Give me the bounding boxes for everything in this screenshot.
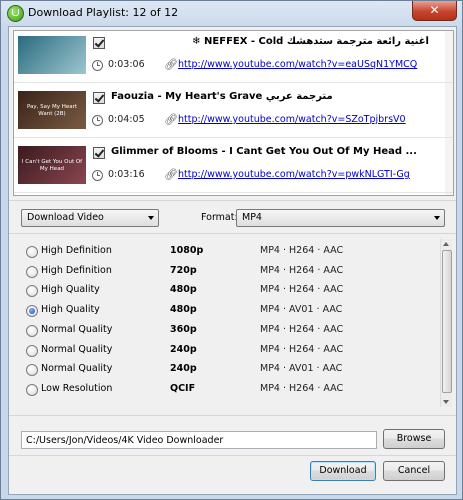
quality-label: Low Resolution	[41, 382, 113, 394]
quality-label: High Quality	[41, 304, 100, 316]
video-title: Glimmer of Blooms - I Cant Get You Out O…	[111, 146, 417, 157]
thumbnail-caption: Pay, Say My Heart Want (2B)	[26, 104, 78, 117]
download-playlist-window: Download Playlist: 12 of 12 ✕ أغنية رائع…	[0, 0, 463, 500]
quality-resolution: 480p	[170, 304, 197, 316]
quality-option[interactable]: Normal Quality 240p MP4 · AV01 · AAC	[13, 361, 433, 380]
divider	[9, 200, 456, 201]
divider	[14, 192, 453, 193]
quality-radio[interactable]	[26, 324, 38, 337]
link-icon: 🔗︎	[164, 168, 178, 181]
quality-resolution: 720p	[170, 264, 197, 276]
video-thumbnail: Pay, Say My Heart Want (2B)	[18, 91, 86, 129]
quality-label: High Quality	[41, 284, 100, 296]
video-list: أغنية رائعة مترجمة ستدهشك NEFFEX - Cold …	[13, 30, 454, 196]
video-duration: 0:04:05	[108, 114, 145, 125]
quality-resolution: 1080p	[170, 245, 204, 256]
quality-option[interactable]: High Quality 480p MP4 · H264 · AAC	[13, 282, 433, 301]
quality-resolution: 240p	[170, 343, 197, 355]
close-button[interactable]: ✕	[412, 1, 457, 21]
video-item[interactable]: Pay, Say My Heart Want (2B) Faouzia - My…	[14, 86, 453, 138]
video-thumbnail	[18, 36, 86, 74]
quality-label: Normal Quality	[41, 323, 113, 335]
quality-format: MP4 · H264 · AAC	[260, 284, 344, 296]
quality-option[interactable]: High Definition 1080p MP4 · H264 · AAC	[13, 243, 433, 262]
clock-icon	[92, 60, 103, 71]
video-title: أغنية رائعة مترجمة ستدهشك NEFFEX - Cold …	[192, 36, 429, 47]
format-value: MP4	[242, 212, 262, 223]
quality-format: MP4 · H264 · AAC	[260, 245, 344, 256]
scroll-down-icon[interactable]	[443, 400, 449, 404]
video-thumbnail: I Can't Get You Out Of My Head	[18, 146, 86, 184]
quality-format: MP4 · H264 · AAC	[260, 343, 344, 355]
video-url-link[interactable]: http://www.youtube.com/watch?v=eaUSqN1YM…	[178, 59, 417, 70]
video-item[interactable]: I Can't Get You Out Of My Head Glimmer o…	[14, 141, 453, 193]
scrollbar-thumb[interactable]	[442, 250, 452, 393]
quality-format: MP4 · H264 · AAC	[260, 264, 344, 276]
quality-option[interactable]: Normal Quality 240p MP4 · H264 · AAC	[13, 342, 433, 361]
quality-radio[interactable]	[26, 344, 38, 357]
quality-radio[interactable]	[26, 383, 38, 396]
quality-label: High Definition	[41, 245, 112, 256]
quality-radio[interactable]	[26, 364, 38, 377]
quality-label: High Definition	[41, 264, 112, 276]
quality-resolution: 240p	[170, 363, 197, 375]
quality-option[interactable]: High Definition 720p MP4 · H264 · AAC	[13, 263, 433, 282]
quality-radio[interactable]	[26, 305, 38, 318]
clock-icon	[92, 115, 103, 126]
chevron-down-icon	[434, 216, 440, 220]
quality-label: Normal Quality	[41, 363, 113, 375]
window-title: Download Playlist: 12 of 12	[28, 6, 179, 19]
divider	[9, 233, 456, 234]
quality-format: MP4 · H264 · AAC	[260, 382, 344, 394]
app-icon	[7, 5, 24, 22]
scroll-up-icon[interactable]	[443, 242, 449, 246]
quality-list: High Definition 1080p MP4 · H264 · AAC H…	[13, 239, 452, 404]
download-type-value: Download Video	[27, 212, 104, 223]
output-path-input[interactable]	[21, 431, 377, 449]
divider	[9, 415, 456, 416]
quality-option[interactable]: Normal Quality 360p MP4 · H264 · AAC	[13, 322, 433, 341]
video-url-link[interactable]: http://www.youtube.com/watch?v=SZoTpjbrs…	[178, 114, 406, 125]
quality-list-scrollbar[interactable]	[440, 239, 452, 407]
quality-format: MP4 · H264 · AAC	[260, 323, 344, 335]
format-label: Format:	[201, 212, 238, 223]
quality-radio[interactable]	[26, 265, 38, 278]
video-duration: 0:03:06	[108, 59, 145, 70]
clock-icon	[92, 170, 103, 181]
download-button[interactable]: Download	[310, 461, 376, 481]
thumbnail-caption: I Can't Get You Out Of My Head	[21, 159, 83, 172]
quality-format: MP4 · AV01 · AAC	[260, 304, 343, 316]
video-item[interactable]: أغنية رائعة مترجمة ستدهشك NEFFEX - Cold …	[14, 31, 453, 83]
chevron-down-icon	[148, 216, 154, 220]
video-checkbox[interactable]	[93, 147, 105, 159]
quality-format: MP4 · AV01 · AAC	[260, 363, 343, 375]
link-icon: 🔗︎	[164, 58, 178, 71]
download-type-dropdown[interactable]: Download Video	[21, 209, 159, 227]
quality-resolution: QCIF	[170, 382, 196, 394]
video-checkbox[interactable]	[93, 92, 105, 104]
quality-radio[interactable]	[26, 246, 38, 258]
video-duration: 0:03:16	[108, 169, 145, 180]
browse-button[interactable]: Browse	[383, 429, 445, 449]
cancel-button[interactable]: Cancel	[383, 461, 445, 481]
link-icon: 🔗︎	[164, 113, 178, 126]
quality-resolution: 480p	[170, 284, 197, 296]
video-title: Faouzia - My Heart's Grave مترجمة عربي	[111, 91, 333, 102]
quality-label: Normal Quality	[41, 343, 113, 355]
quality-option[interactable]: Low Resolution QCIF MP4 · H264 · AAC	[13, 381, 433, 400]
divider	[14, 137, 453, 138]
quality-radio[interactable]	[26, 285, 38, 298]
divider	[9, 455, 456, 456]
video-url-link[interactable]: http://www.youtube.com/watch?v=pwkNLGTI-…	[178, 169, 410, 180]
quality-resolution: 360p	[170, 323, 197, 335]
dialog-body: أغنية رائعة مترجمة ستدهشك NEFFEX - Cold …	[8, 26, 457, 495]
quality-option[interactable]: High Quality 480p MP4 · AV01 · AAC	[13, 302, 433, 321]
divider	[14, 82, 453, 83]
format-dropdown[interactable]: MP4	[236, 209, 445, 227]
title-bar[interactable]: Download Playlist: 12 of 12 ✕	[1, 1, 462, 25]
